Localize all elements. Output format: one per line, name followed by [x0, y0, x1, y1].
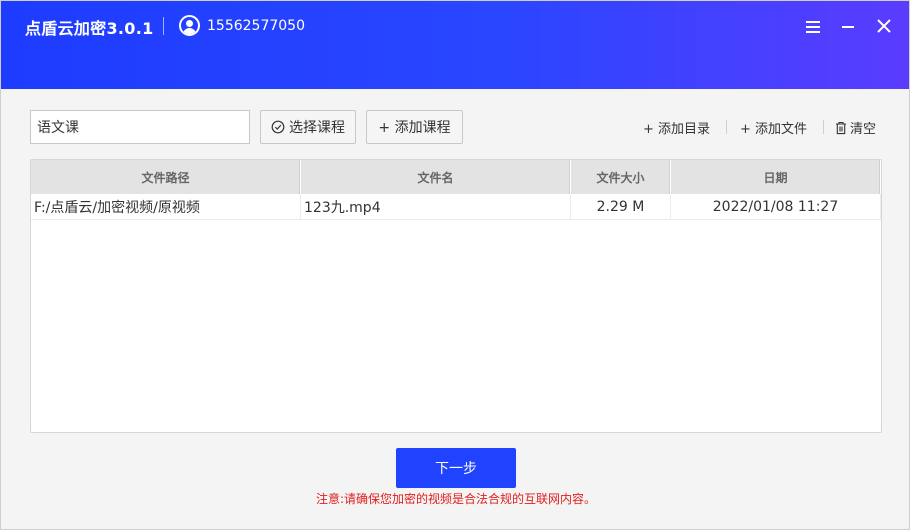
trash-icon — [836, 121, 846, 134]
table-header: 文件路径 文件名 文件大小 日期 — [31, 160, 881, 194]
next-step-button[interactable]: 下一步 — [396, 448, 516, 488]
clear-label: 清空 — [850, 122, 877, 137]
column-header-name[interactable]: 文件名 — [301, 160, 571, 194]
title-bar: 点盾云加密3.0.1 15562577050 — [1, 1, 909, 89]
account-number: 15562577050 — [207, 18, 305, 34]
add-course-label: + 添加课程 — [378, 120, 451, 136]
close-icon[interactable] — [873, 15, 895, 37]
hamburger-icon[interactable] — [802, 15, 824, 37]
file-table: 文件路径 文件名 文件大小 日期 F:/点盾云/加密视频/原视频 123九.mp… — [30, 159, 882, 433]
toolbar-divider — [823, 120, 824, 134]
compliance-notice: 注意:请确保您加密的视频是合法合规的互联网内容。 — [315, 492, 597, 506]
user-circle-icon[interactable] — [179, 15, 200, 36]
column-header-date[interactable]: 日期 — [671, 160, 881, 194]
add-file-label: + 添加文件 — [740, 122, 808, 137]
select-course-label: 选择课程 — [289, 120, 345, 136]
add-directory-button[interactable]: + 添加目录 — [643, 118, 710, 137]
course-name-input[interactable] — [30, 110, 250, 144]
cell-file-date: 2022/01/08 11:27 — [671, 194, 881, 219]
app-window: 点盾云加密3.0.1 15562577050 选择课程 + 添加课程 + 添加目… — [0, 0, 910, 530]
cell-file-size: 2.29 M — [571, 194, 671, 219]
clear-button[interactable]: 清空 — [835, 118, 876, 137]
toolbar-divider — [726, 120, 727, 134]
app-title: 点盾云加密3.0.1 — [25, 19, 154, 38]
column-header-path[interactable]: 文件路径 — [31, 160, 301, 194]
table-row[interactable]: F:/点盾云/加密视频/原视频 123九.mp4 2.29 M 2022/01/… — [31, 194, 881, 220]
minimize-icon[interactable] — [837, 15, 859, 37]
cell-file-name: 123九.mp4 — [301, 194, 571, 219]
column-header-size[interactable]: 文件大小 — [571, 160, 671, 194]
add-course-button[interactable]: + 添加课程 — [366, 110, 463, 144]
select-course-button[interactable]: 选择课程 — [260, 110, 356, 144]
add-file-button[interactable]: + 添加文件 — [740, 118, 807, 137]
cell-file-path: F:/点盾云/加密视频/原视频 — [31, 194, 301, 219]
check-circle-icon — [271, 120, 285, 134]
add-directory-label: + 添加目录 — [643, 122, 711, 137]
title-divider — [163, 17, 164, 35]
